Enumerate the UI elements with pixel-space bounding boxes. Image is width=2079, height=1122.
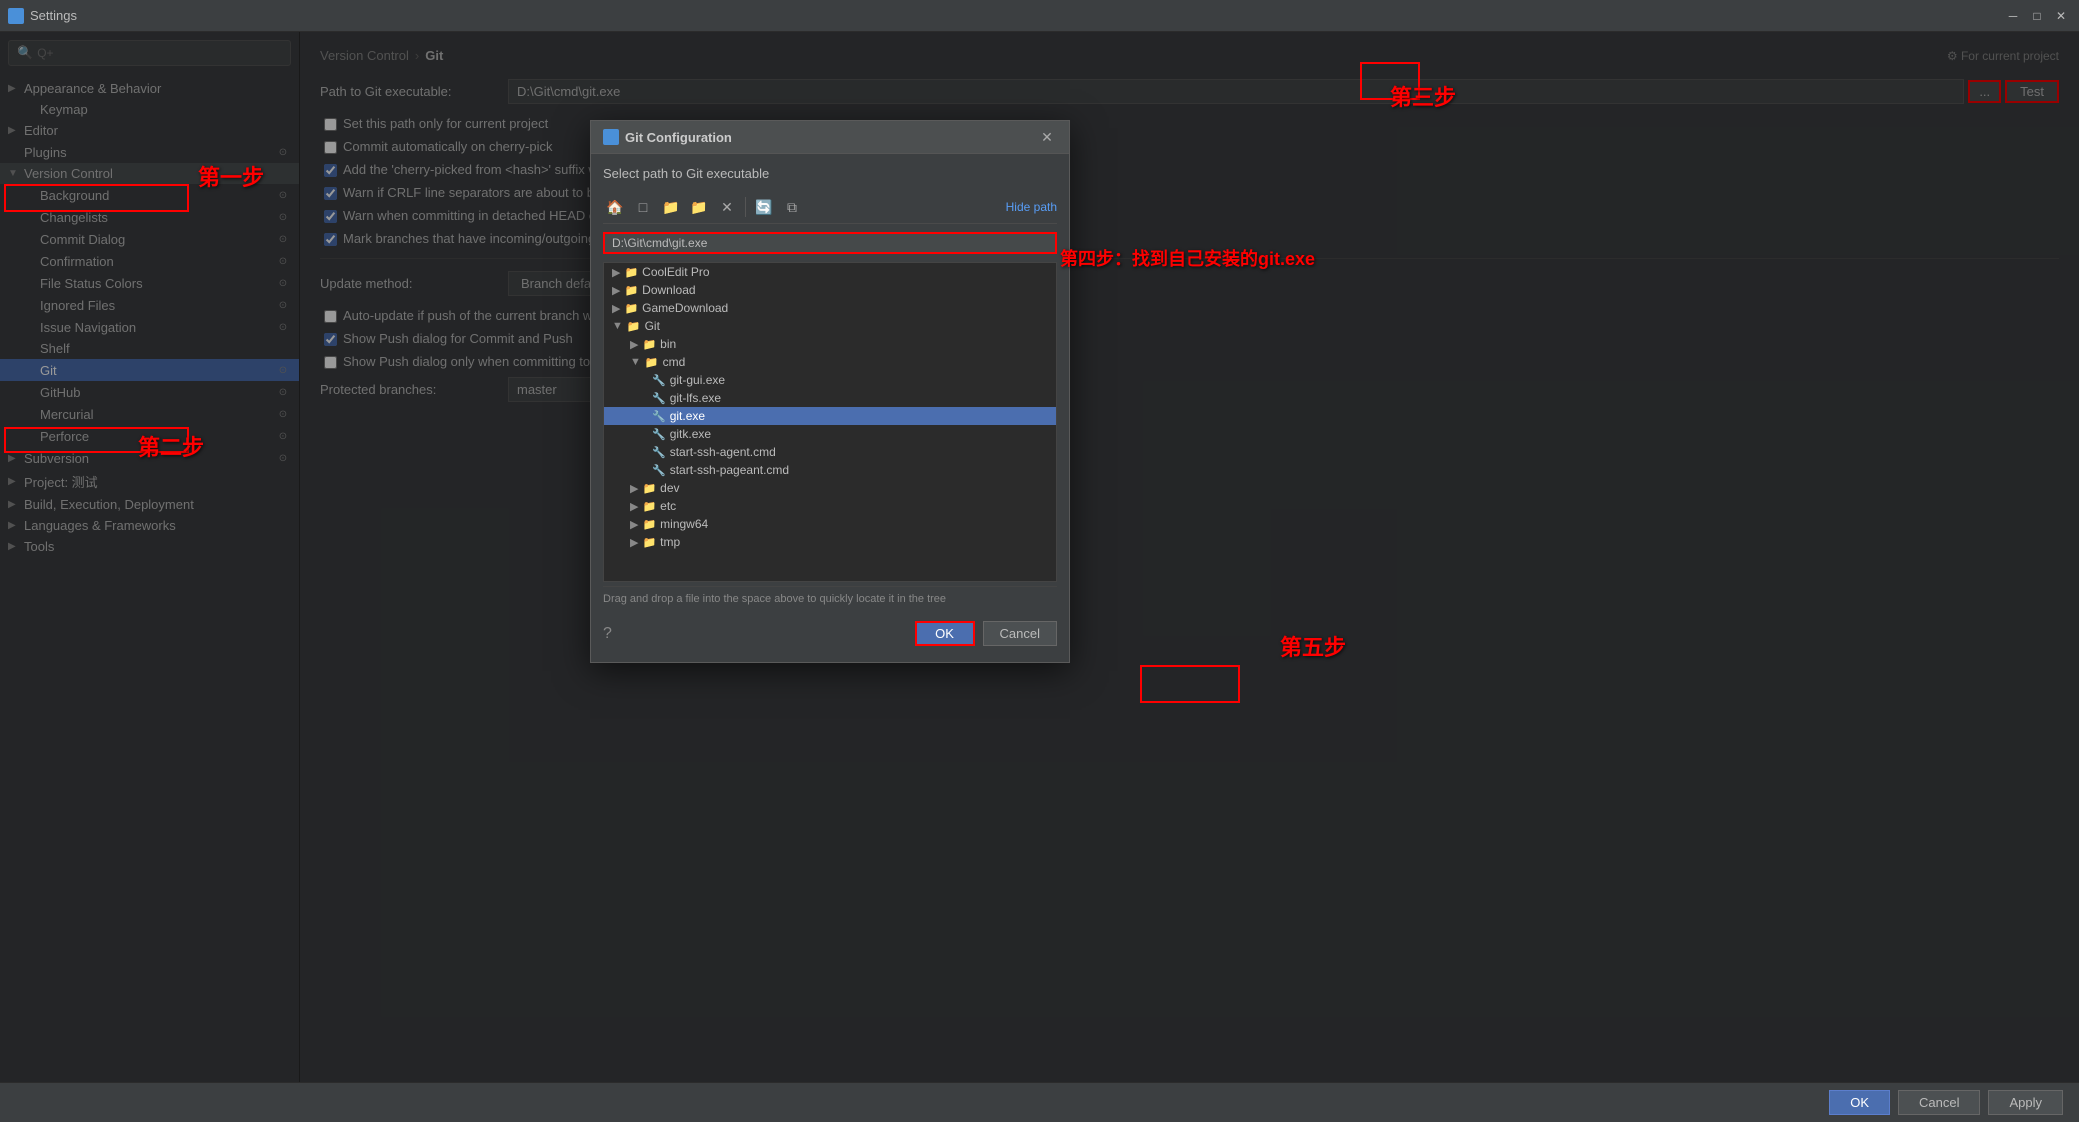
file-tree-item[interactable]: ▶ 📁 tmp (604, 533, 1056, 551)
file-exe-icon: 🔧 (652, 392, 666, 405)
minimize-btn[interactable]: ─ (2003, 6, 2023, 26)
help-icon[interactable]: ? (603, 625, 612, 643)
fb-separator (745, 197, 746, 217)
file-tree-arrow: ▶ (612, 284, 620, 297)
folder-icon: 📁 (642, 518, 656, 531)
file-tree-arrow: ▶ (612, 266, 620, 279)
window-controls: ─ □ ✕ (2003, 6, 2071, 26)
file-tree-label: tmp (660, 535, 680, 549)
file-tree-label: CoolEdit Pro (642, 265, 709, 279)
file-tree-item[interactable]: 🔧 git.exe (604, 407, 1056, 425)
file-exe-icon: 🔧 (652, 428, 666, 441)
file-tree-label: etc (660, 499, 676, 513)
file-tree-item[interactable]: 🔧 start-ssh-agent.cmd (604, 443, 1056, 461)
file-exe-icon: 🔧 (652, 410, 666, 423)
file-tree-item[interactable]: ▼ 📁 Git (604, 317, 1056, 335)
file-tree-label: start-ssh-agent.cmd (670, 445, 776, 459)
title-bar-left: Settings (8, 8, 77, 24)
window-title: Settings (30, 8, 77, 23)
drag-hint: Drag and drop a file into the space abov… (603, 586, 1057, 611)
file-tree-item[interactable]: ▶ 📁 dev (604, 479, 1056, 497)
file-exe-icon: 🔧 (652, 464, 666, 477)
file-tree-label: gitk.exe (670, 427, 711, 441)
dialog-content: Select path to Git executable 🏠 □ 📁 📁 ✕ … (591, 154, 1069, 662)
maximize-btn[interactable]: □ (2027, 6, 2047, 26)
dialog-buttons: ? OK Cancel (603, 611, 1057, 650)
file-tree: ▶ 📁 CoolEdit Pro ▶ 📁 Download ▶ 📁 GameDownloa… (603, 262, 1057, 582)
dialog-title: Git Configuration (625, 130, 732, 145)
file-tree-item[interactable]: ▶ 📁 CoolEdit Pro (604, 263, 1056, 281)
file-tree-label: dev (660, 481, 679, 495)
file-tree-item[interactable]: ▶ 📁 GameDownload (604, 299, 1056, 317)
app-icon (8, 8, 24, 24)
dialog-title-bar: Git Configuration ✕ (591, 121, 1069, 154)
file-browser-toolbar: 🏠 □ 📁 📁 ✕ 🔄 ⧉ Hide path (603, 191, 1057, 224)
file-tree-item[interactable]: ▶ 📁 Download (604, 281, 1056, 299)
close-btn[interactable]: ✕ (2051, 6, 2071, 26)
dialog-cancel-button[interactable]: Cancel (983, 621, 1057, 646)
fb-new-folder-btn[interactable]: 📁 (687, 195, 711, 219)
dialog-close-button[interactable]: ✕ (1037, 127, 1057, 147)
file-tree-item[interactable]: 🔧 gitk.exe (604, 425, 1056, 443)
folder-icon: 📁 (645, 356, 659, 369)
file-tree-item[interactable]: ▶ 📁 bin (604, 335, 1056, 353)
file-tree-arrow: ▼ (612, 320, 623, 332)
file-tree-arrow: ▶ (630, 536, 638, 549)
file-tree-label: bin (660, 337, 676, 351)
file-tree-arrow: ▶ (630, 338, 638, 351)
file-tree-item[interactable]: 🔧 start-ssh-pageant.cmd (604, 461, 1056, 479)
file-tree-label: git.exe (670, 409, 705, 423)
dialog-subtitle: Select path to Git executable (603, 166, 1057, 181)
fb-folder-btn[interactable]: 📁 (659, 195, 683, 219)
file-tree-label: git-gui.exe (670, 373, 725, 387)
file-tree-item[interactable]: 🔧 git-gui.exe (604, 371, 1056, 389)
fb-desktop-btn[interactable]: □ (631, 195, 655, 219)
file-tree-label: start-ssh-pageant.cmd (670, 463, 789, 477)
fb-delete-btn[interactable]: ✕ (715, 195, 739, 219)
bottom-bar: OK Cancel Apply (0, 1082, 2079, 1122)
dialog-title-left: Git Configuration (603, 129, 732, 145)
file-tree-arrow: ▶ (630, 518, 638, 531)
file-tree-arrow: ▶ (630, 482, 638, 495)
folder-icon: 📁 (624, 266, 638, 279)
fb-home-btn[interactable]: 🏠 (603, 195, 627, 219)
file-exe-icon: 🔧 (652, 446, 666, 459)
folder-icon: 📁 (642, 482, 656, 495)
file-tree-label: Download (642, 283, 695, 297)
folder-icon: 📁 (627, 320, 641, 333)
folder-icon: 📁 (642, 536, 656, 549)
dialog-icon (603, 129, 619, 145)
fb-copy-btn[interactable]: ⧉ (780, 195, 804, 219)
file-tree-label: mingw64 (660, 517, 708, 531)
folder-icon: 📁 (642, 500, 656, 513)
file-tree-arrow: ▼ (630, 356, 641, 368)
folder-icon: 📁 (642, 338, 656, 351)
git-configuration-dialog: Git Configuration ✕ Select path to Git e… (590, 120, 1070, 663)
ok-button[interactable]: OK (1829, 1090, 1890, 1115)
file-tree-item[interactable]: ▶ 📁 mingw64 (604, 515, 1056, 533)
cancel-button[interactable]: Cancel (1898, 1090, 1980, 1115)
fb-refresh-btn[interactable]: 🔄 (752, 195, 776, 219)
file-tree-item[interactable]: ▼ 📁 cmd (604, 353, 1056, 371)
file-tree-label: Git (645, 319, 660, 333)
title-bar: Settings ─ □ ✕ (0, 0, 2079, 32)
dialog-path-input[interactable] (603, 232, 1057, 254)
folder-icon: 📁 (624, 284, 638, 297)
file-tree-label: cmd (663, 355, 686, 369)
folder-icon: 📁 (624, 302, 638, 315)
file-tree-item[interactable]: ▶ 📁 etc (604, 497, 1056, 515)
dialog-ok-button[interactable]: OK (915, 621, 975, 646)
apply-button[interactable]: Apply (1988, 1090, 2063, 1115)
file-exe-icon: 🔧 (652, 374, 666, 387)
file-tree-item[interactable]: 🔧 git-lfs.exe (604, 389, 1056, 407)
hide-path-link[interactable]: Hide path (1006, 200, 1057, 214)
file-tree-label: GameDownload (642, 301, 728, 315)
file-tree-arrow: ▶ (612, 302, 620, 315)
file-tree-label: git-lfs.exe (670, 391, 721, 405)
file-tree-arrow: ▶ (630, 500, 638, 513)
